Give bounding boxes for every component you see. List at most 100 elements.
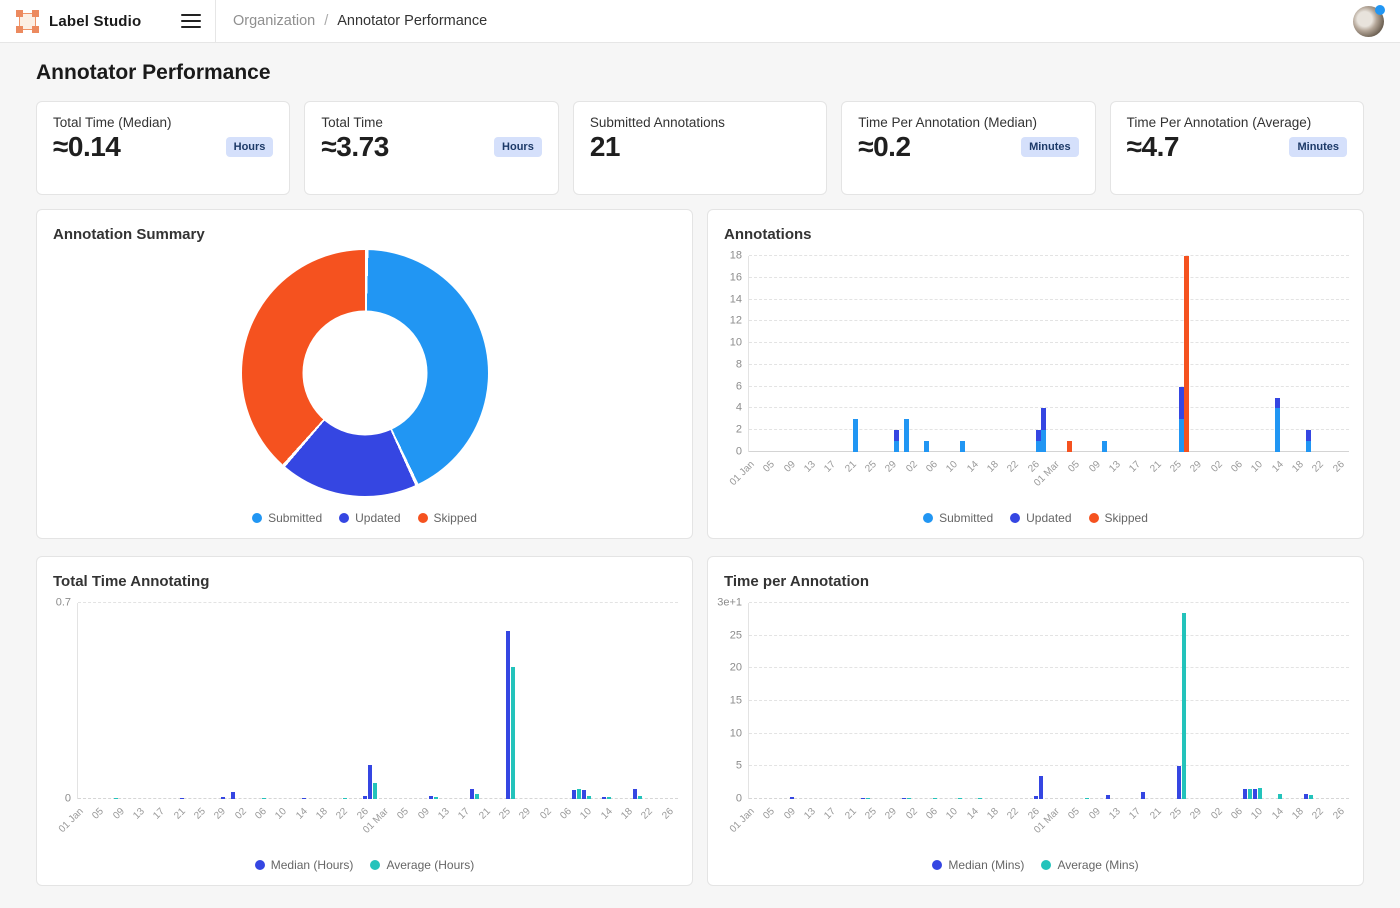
bar-median-mins [1034, 796, 1038, 799]
x-axis-label: 13 [1107, 459, 1123, 475]
breadcrumb-current-page: Annotator Performance [337, 13, 487, 29]
bar-median-hours [470, 789, 474, 799]
y-axis-label: 6 [709, 381, 742, 392]
legend-dot-icon [1010, 513, 1020, 523]
legend-item-median-mins[interactable]: Median (Mins) [932, 858, 1024, 872]
grid-line [749, 407, 1349, 408]
bar-average-mins [958, 798, 962, 800]
legend-item-median-hours[interactable]: Median (Hours) [255, 858, 354, 872]
legend-dot-icon [339, 513, 349, 523]
breadcrumb-organization[interactable]: Organization [233, 13, 315, 29]
chart-card-annotation-summary: Annotation SummarySubmittedUpdatedSkippe… [36, 209, 693, 539]
legend-item-submitted[interactable]: Submitted [923, 511, 993, 525]
x-axis-label: 02 [233, 806, 249, 822]
grid-line [749, 602, 1349, 603]
top-bar: Label Studio Organization / Annotator Pe… [0, 0, 1400, 43]
x-axis-label: 18 [619, 806, 635, 822]
bar-submitted [960, 441, 965, 452]
stat-value-row: 21 [590, 131, 810, 163]
bar-average-hours [262, 798, 266, 800]
bar-average-mins [933, 798, 937, 800]
stat-card-3: Time Per Annotation (Median)≈0.2Minutes [841, 101, 1095, 195]
x-axis-label: 06 [253, 806, 269, 822]
stat-card-2: Submitted Annotations21 [573, 101, 827, 195]
grid-line [749, 277, 1349, 278]
bar-average-hours [638, 796, 642, 799]
x-axis-label: 06 [558, 806, 574, 822]
x-axis-label: 21 [172, 806, 188, 822]
bar-average-hours [577, 789, 581, 799]
x-axis-label: 10 [1250, 459, 1266, 475]
x-axis-label: 17 [1128, 459, 1144, 475]
bar-median-mins [1039, 776, 1043, 799]
chart-title-time-per-annotation: Time per Annotation [724, 573, 869, 590]
bar-average-mins [907, 798, 911, 800]
y-axis-label: 5 [709, 761, 742, 772]
x-axis-label: 22 [1006, 806, 1022, 822]
grid-line [78, 602, 678, 603]
hamburger-menu-icon[interactable] [181, 14, 201, 28]
stat-card-label: Total Time [321, 115, 541, 130]
y-axis-label: 25 [709, 630, 742, 641]
x-axis-label: 29 [884, 459, 900, 475]
legend-label: Average (Mins) [1057, 858, 1138, 872]
legend-item-updated[interactable]: Updated [339, 511, 400, 525]
legend-item-average-hours[interactable]: Average (Hours) [370, 858, 474, 872]
x-axis-label: 18 [985, 459, 1001, 475]
legend-label: Skipped [434, 511, 477, 525]
grid-line [749, 451, 1349, 452]
grid-line [749, 733, 1349, 734]
x-axis-label: 21 [843, 459, 859, 475]
y-axis-label: 20 [709, 663, 742, 674]
bar-average-hours [343, 798, 347, 800]
x-axis-label: 17 [822, 459, 838, 475]
x-axis-label: 29 [1189, 459, 1205, 475]
x-axis-label: 14 [1270, 459, 1286, 475]
chart-card-time-per-annotation: Time per Annotation05101520253e+101 Jan0… [707, 556, 1364, 886]
x-axis-label: 18 [1290, 806, 1306, 822]
stat-card-4: Time Per Annotation (Average)≈4.7Minutes [1110, 101, 1364, 195]
bar-average-mins [866, 798, 870, 800]
bar-submitted [894, 441, 899, 452]
x-axis-label: 22 [1311, 459, 1327, 475]
bar-median-hours [363, 796, 367, 799]
stat-value-row: ≈0.14Hours [53, 131, 273, 163]
x-axis-label: 22 [1311, 806, 1327, 822]
x-axis-label: 13 [802, 459, 818, 475]
grid-line [749, 635, 1349, 636]
x-axis-label: 29 [213, 806, 229, 822]
bar-submitted [1041, 430, 1046, 452]
y-axis-label: 16 [709, 272, 742, 283]
x-axis-label: 10 [274, 806, 290, 822]
x-axis-label: 21 [843, 806, 859, 822]
x-axis-label: 05 [396, 806, 412, 822]
x-axis-label: 06 [924, 806, 940, 822]
legend-item-updated[interactable]: Updated [1010, 511, 1071, 525]
bar-submitted [1306, 441, 1311, 452]
user-avatar[interactable] [1353, 6, 1384, 37]
legend-item-skipped[interactable]: Skipped [418, 511, 477, 525]
x-axis-label: 09 [416, 806, 432, 822]
x-axis-label: 14 [1270, 806, 1286, 822]
x-axis-label: 10 [945, 806, 961, 822]
legend-item-skipped[interactable]: Skipped [1089, 511, 1148, 525]
bar-average-mins [1258, 788, 1262, 799]
x-axis-label: 02 [904, 459, 920, 475]
bar-median-hours [368, 765, 372, 799]
x-axis-label: 14 [965, 459, 981, 475]
x-axis-label: 05 [90, 806, 106, 822]
bar-median-mins [790, 797, 794, 799]
x-axis-label: 25 [192, 806, 208, 822]
x-axis-label: 09 [1087, 806, 1103, 822]
legend-item-submitted[interactable]: Submitted [252, 511, 322, 525]
legend-item-average-mins[interactable]: Average (Mins) [1041, 858, 1138, 872]
legend-label: Submitted [939, 511, 993, 525]
x-axis-label: 21 [1148, 806, 1164, 822]
bar-updated [894, 430, 899, 441]
legend-label: Submitted [268, 511, 322, 525]
legend-label: Updated [1026, 511, 1071, 525]
stat-card-unit-badge: Hours [494, 137, 542, 157]
legend-dot-icon [932, 860, 942, 870]
bar-average-hours [607, 797, 611, 799]
chart-legend: Submitted Updated Skipped [708, 511, 1363, 525]
